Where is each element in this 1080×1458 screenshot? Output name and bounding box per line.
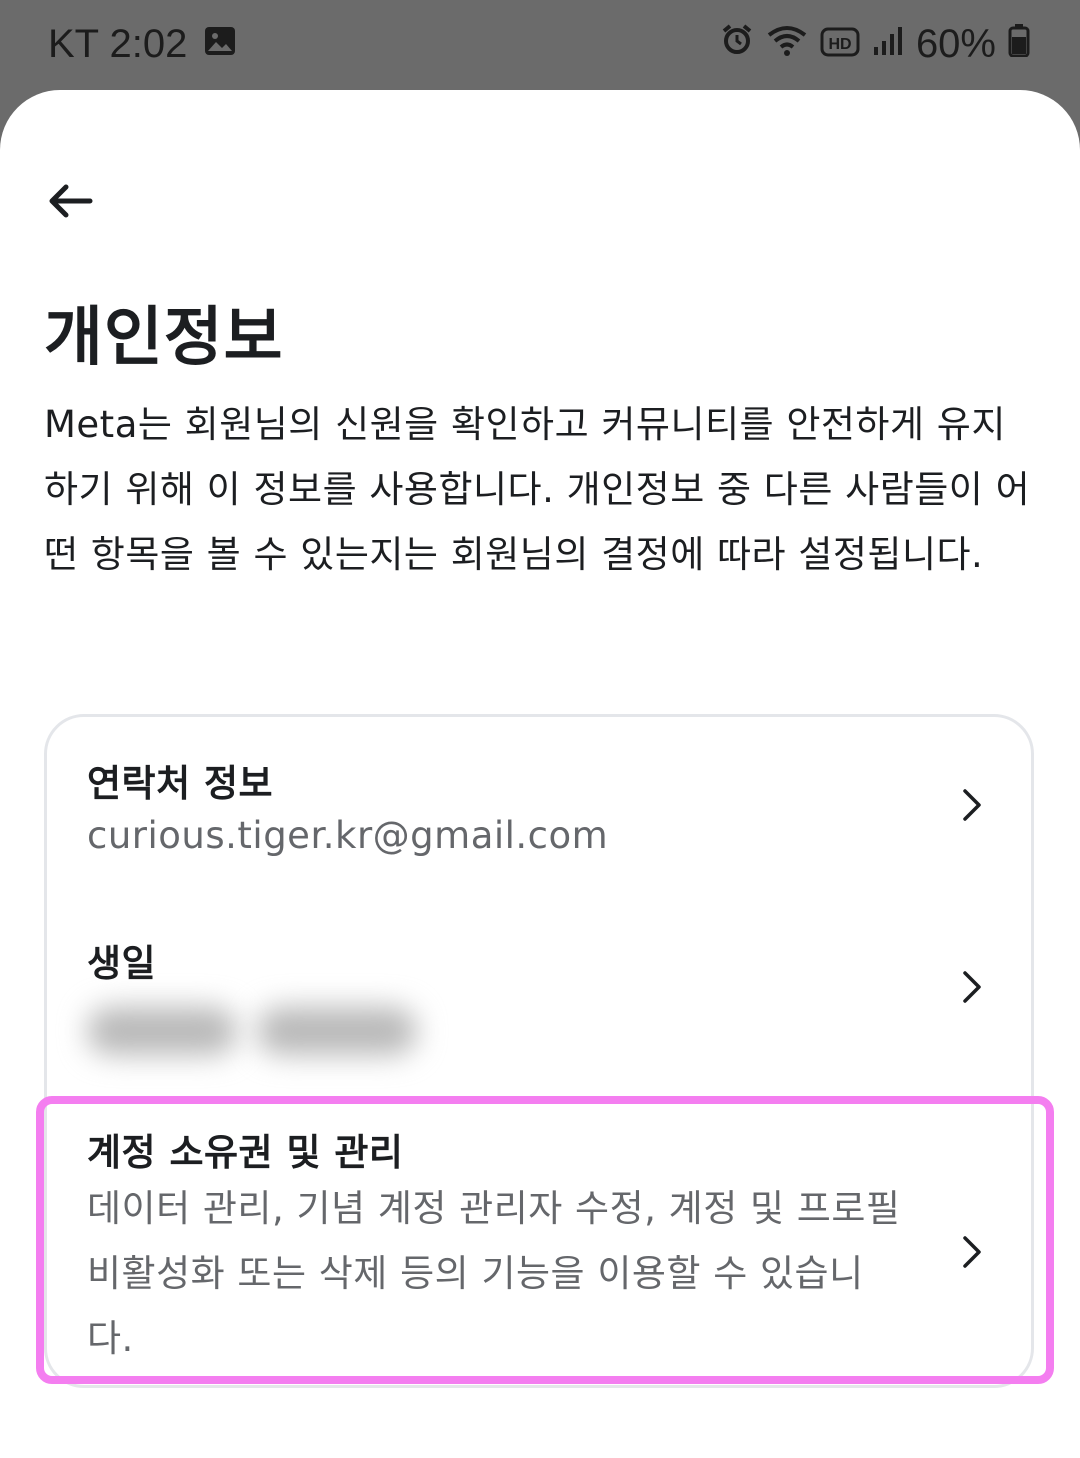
birthday-row[interactable]: 생일 — [47, 897, 1031, 1087]
birthday-redacted — [87, 1007, 237, 1055]
page-title: 개인정보 — [44, 301, 284, 375]
birthday-redacted — [257, 1007, 417, 1055]
settings-card: 연락처 정보 curious.tiger.kr@gmail.com 생일 계정 … — [44, 714, 1034, 1388]
alarm-icon — [720, 22, 754, 67]
account-ownership-title: 계정 소유권 및 관리 — [87, 1131, 404, 1174]
chevron-right-icon — [963, 789, 981, 821]
chevron-right-icon — [963, 971, 981, 1003]
svg-text:HD: HD — [828, 36, 851, 53]
back-button[interactable] — [40, 176, 100, 226]
personal-info-sheet: 개인정보 Meta는 회원님의 신원을 확인하고 커뮤니티를 안전하게 유지하기… — [0, 90, 1080, 1458]
arrow-left-icon — [49, 184, 93, 218]
account-ownership-description: 데이터 관리, 기념 계정 관리자 수정, 계정 및 프로필 비활성화 또는 삭… — [87, 1187, 901, 1360]
chevron-right-icon — [963, 1236, 981, 1268]
carrier-time: KT 2:02 — [48, 22, 188, 66]
status-bar: KT 2:02 HD 60% — [0, 0, 1080, 100]
battery-percent: 60% — [915, 22, 996, 66]
contact-info-email: curious.tiger.kr@gmail.com — [87, 814, 609, 857]
gallery-icon — [203, 22, 237, 67]
contact-info-row[interactable]: 연락처 정보 curious.tiger.kr@gmail.com — [47, 717, 1031, 897]
hd-icon: HD — [820, 22, 860, 67]
birthday-title: 생일 — [87, 942, 157, 985]
signal-icon — [872, 22, 904, 67]
contact-info-title: 연락처 정보 — [87, 762, 274, 805]
battery-icon — [1008, 22, 1030, 67]
intro-text: Meta는 회원님의 신원을 확인하고 커뮤니티를 안전하게 유지하기 위해 이… — [44, 403, 1031, 576]
wifi-icon — [766, 22, 808, 67]
account-ownership-row[interactable]: 계정 소유권 및 관리 데이터 관리, 기념 계정 관리자 수정, 계정 및 프… — [47, 1102, 1031, 1388]
